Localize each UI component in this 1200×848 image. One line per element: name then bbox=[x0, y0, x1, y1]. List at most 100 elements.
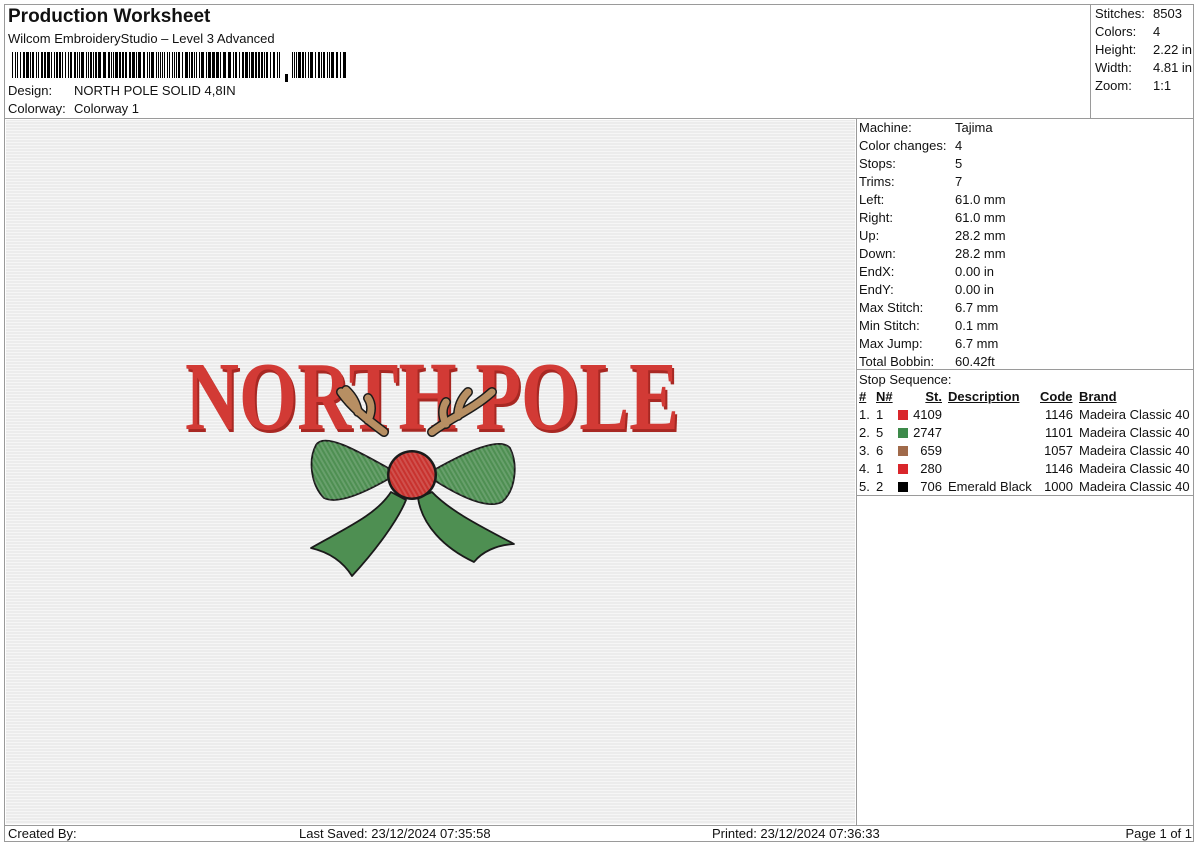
summary-label: Stitches: bbox=[1095, 6, 1145, 21]
barcode-bar bbox=[125, 52, 127, 78]
barcode-bar bbox=[174, 52, 175, 78]
design-preview: NORTH POLE NORTH POLE bbox=[6, 120, 855, 824]
spec-label: Trims: bbox=[859, 174, 895, 189]
barcode-bar bbox=[310, 52, 313, 78]
col-brand: Brand bbox=[1079, 389, 1117, 404]
spec-row: Trims: 7 bbox=[859, 174, 962, 192]
barcode-bar bbox=[26, 52, 29, 78]
col-needle: N# bbox=[876, 389, 893, 404]
barcode-bar bbox=[143, 52, 145, 78]
barcode-bar bbox=[336, 52, 338, 78]
spec-value: 6.7 mm bbox=[955, 336, 999, 351]
spec-value: 5 bbox=[955, 156, 963, 171]
row-index: 5. bbox=[859, 479, 870, 494]
barcode bbox=[12, 52, 346, 82]
spec-row: Right: 61.0 mm bbox=[859, 210, 1006, 228]
spec-value: 0.00 in bbox=[955, 264, 995, 279]
spec-value: 6.7 mm bbox=[955, 300, 999, 315]
nose-knot bbox=[387, 450, 437, 500]
barcode-bar bbox=[292, 52, 293, 78]
spec-row: Stops: 5 bbox=[859, 156, 962, 174]
color-swatch bbox=[898, 464, 908, 474]
stops-divider bbox=[857, 495, 1194, 496]
summary-row: Stitches: 8503 bbox=[1095, 6, 1182, 24]
barcode-bar bbox=[255, 52, 257, 78]
spec-value: 28.2 mm bbox=[955, 228, 1006, 243]
barcode-bar bbox=[318, 52, 320, 78]
barcode-bar bbox=[115, 52, 118, 78]
barcode-bar bbox=[167, 52, 168, 78]
spec-label: Total Bobbin: bbox=[859, 354, 935, 369]
row-index: 2. bbox=[859, 425, 870, 440]
row-code: 1146 bbox=[1045, 407, 1073, 422]
barcode-bar bbox=[279, 52, 280, 78]
summary-value: 1:1 bbox=[1153, 78, 1172, 93]
barcode-bar bbox=[59, 52, 61, 78]
barcode-bar bbox=[81, 52, 84, 78]
barcode-bar bbox=[223, 52, 226, 78]
row-code: 1057 bbox=[1044, 443, 1073, 458]
barcode-bar bbox=[228, 52, 231, 78]
col-code: Code bbox=[1040, 389, 1073, 404]
barcode-bar bbox=[208, 52, 211, 78]
created-by: Created By: bbox=[8, 826, 77, 841]
barcode-bar bbox=[36, 52, 37, 78]
barcode-bar bbox=[196, 52, 197, 78]
spec-row: EndY: 0.00 in bbox=[859, 282, 994, 300]
printed-date: Printed: 23/12/2024 07:36:33 bbox=[712, 826, 880, 841]
barcode-bar bbox=[30, 52, 31, 78]
barcode-bar bbox=[169, 52, 170, 78]
color-swatch bbox=[898, 446, 908, 456]
row-stitches: 280 bbox=[920, 461, 942, 476]
barcode-bar bbox=[68, 52, 69, 78]
barcode-bar bbox=[216, 52, 219, 78]
row-brand: Madeira Classic 40 bbox=[1079, 443, 1190, 458]
summary-row: Height: 2.22 in bbox=[1095, 42, 1192, 60]
barcode-bar bbox=[44, 52, 46, 78]
row-index: 3. bbox=[859, 443, 870, 458]
row-needle: 6 bbox=[876, 443, 884, 458]
barcode-bar bbox=[266, 52, 268, 78]
barcode-bar bbox=[182, 52, 183, 78]
summary-row: Colors: 4 bbox=[1095, 24, 1160, 42]
barcode-bar bbox=[235, 52, 237, 78]
barcode-bar bbox=[41, 52, 43, 78]
barcode-bar bbox=[12, 52, 13, 78]
table-row: 4. 1 280 1146 Madeira Classic 40 bbox=[857, 461, 1193, 479]
barcode-bar bbox=[111, 52, 112, 78]
spec-label: EndX: bbox=[859, 264, 895, 279]
table-row: 2. 5 2747 1101 Madeira Classic 40 bbox=[857, 425, 1193, 443]
spec-row: Left: 61.0 mm bbox=[859, 192, 1006, 210]
summary-label: Zoom: bbox=[1095, 78, 1132, 93]
barcode-bar bbox=[129, 52, 131, 78]
barcode-bar bbox=[242, 52, 244, 78]
spec-row: Down: 28.2 mm bbox=[859, 246, 1006, 264]
barcode-bar bbox=[95, 52, 97, 78]
barcode-bar bbox=[249, 52, 250, 78]
spec-value: 61.0 mm bbox=[955, 192, 1006, 207]
row-stitches: 706 bbox=[920, 479, 942, 494]
table-header: # N# St. Description Code Brand bbox=[857, 389, 1193, 407]
spec-row: EndX: 0.00 in bbox=[859, 264, 994, 282]
row-code: 1000 bbox=[1044, 479, 1073, 494]
summary-row: Zoom: 1:1 bbox=[1095, 78, 1171, 96]
col-stitches: St. bbox=[925, 389, 942, 404]
barcode-bar bbox=[47, 52, 50, 78]
barcode-bar bbox=[93, 52, 94, 78]
spec-value: Tajima bbox=[955, 120, 993, 135]
barcode-bar bbox=[132, 52, 135, 78]
col-description: Description bbox=[948, 389, 1020, 404]
barcode-bar bbox=[277, 52, 278, 78]
barcode-bar bbox=[160, 52, 161, 78]
colorway-row: Colorway: Colorway 1 bbox=[8, 101, 139, 116]
barcode-bar bbox=[54, 52, 55, 78]
barcode-bar bbox=[264, 52, 265, 78]
barcode-bar bbox=[79, 52, 80, 78]
barcode-bar bbox=[77, 52, 78, 78]
barcode-bar bbox=[185, 52, 188, 78]
row-index: 4. bbox=[859, 461, 870, 476]
row-brand: Madeira Classic 40 bbox=[1079, 425, 1190, 440]
barcode-bar bbox=[294, 52, 295, 78]
barcode-bar bbox=[273, 52, 275, 78]
summary-value: 4.81 in bbox=[1153, 60, 1193, 75]
